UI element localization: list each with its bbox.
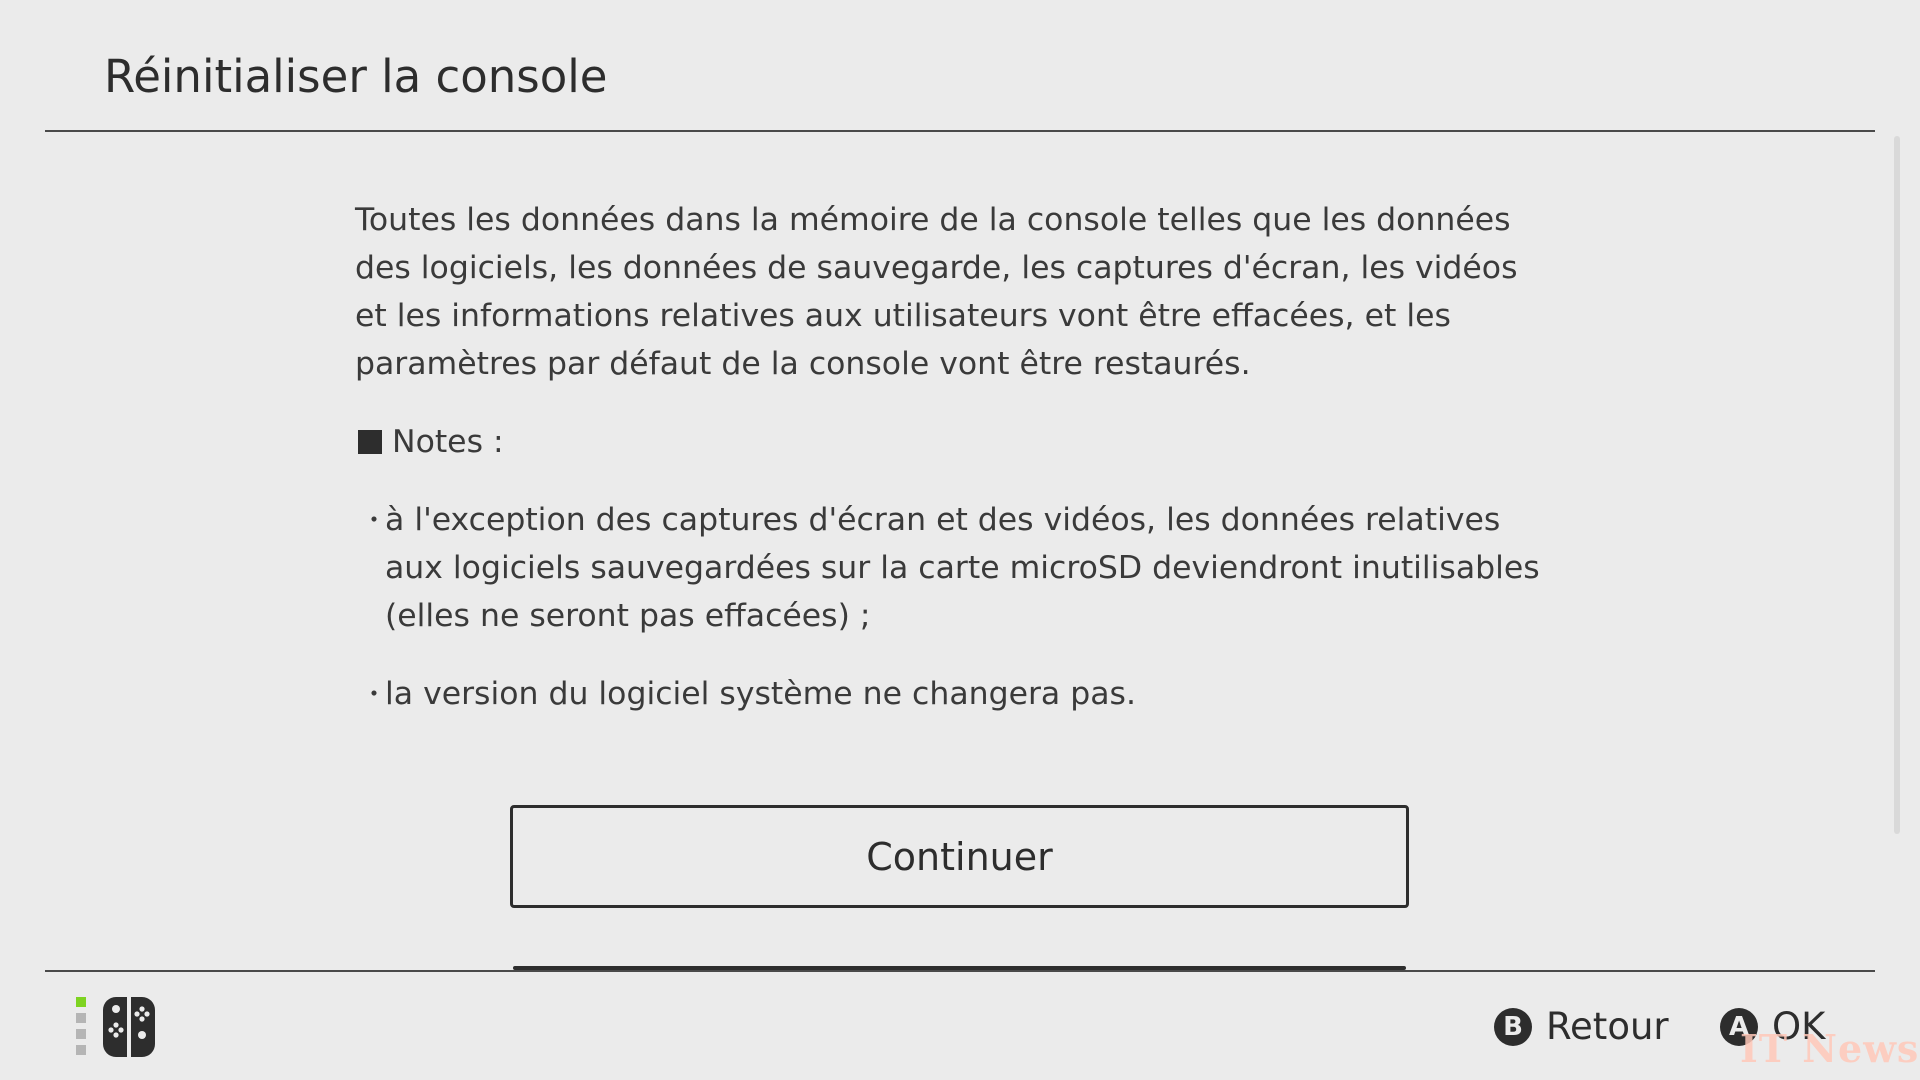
page-title: Réinitialiser la console [104,50,608,103]
notes-heading: Notes : [355,418,1555,466]
continue-button[interactable]: Continuer [510,805,1409,908]
scrollbar[interactable] [1894,136,1900,834]
description-paragraph: Toutes les données dans la mémoire de la… [355,202,1518,382]
continue-button-label: Continuer [866,834,1053,879]
joy-con-controllers-icon [76,995,166,1065]
header-divider [45,130,1875,132]
bullet-icon: ・ [362,506,386,534]
b-button-icon: B [1494,1007,1532,1046]
note-text: la version du logiciel système ne change… [385,676,1136,712]
footer-divider [45,970,1875,972]
watermark-logo: IT News [1740,1026,1920,1071]
notes-heading-label: Notes : [392,424,504,460]
back-button[interactable]: B Retour [1494,1005,1669,1048]
square-bullet-icon [358,430,382,454]
note-item: ・ à l'exception des captures d'écran et … [355,496,1555,640]
back-label: Retour [1546,1005,1669,1048]
note-text: à l'exception des captures d'écran et de… [385,502,1540,634]
note-item: ・ la version du logiciel système ne chan… [355,670,1555,718]
content-area: Toutes les données dans la mémoire de la… [355,196,1555,718]
bullet-icon: ・ [362,680,386,708]
